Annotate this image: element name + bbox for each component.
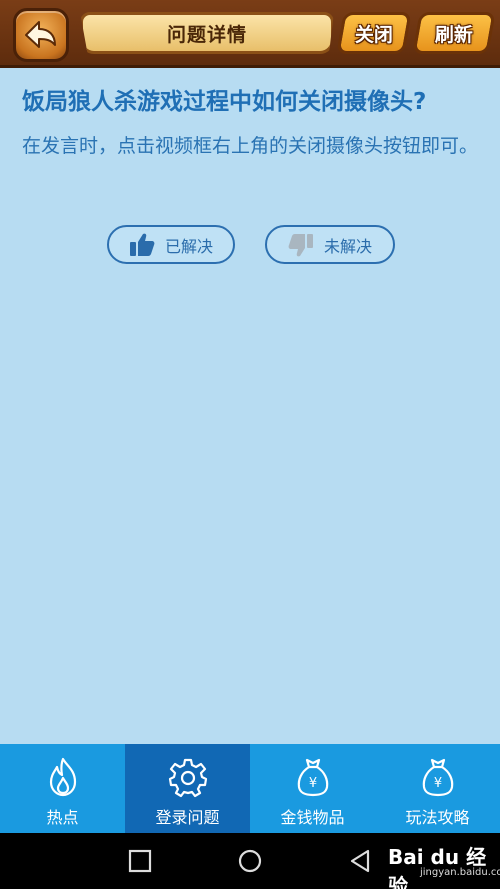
thumbs-down-icon	[288, 233, 313, 256]
nav-item-gameplay-guide[interactable]: ¥ 玩法攻略	[375, 744, 500, 833]
unsolved-label: 未解决	[323, 236, 372, 256]
money-bag-icon: ¥	[297, 758, 328, 797]
back-triangle-icon[interactable]	[346, 847, 374, 875]
nav-label-hot: 热点	[46, 808, 79, 827]
money-bag-icon: ¥	[422, 758, 453, 797]
question-title: 饭局狼人杀游戏过程中如何关闭摄像头?	[22, 89, 427, 115]
watermark-url: jingyan.baidu.com	[420, 867, 500, 878]
watermark-brand: Bai du 经验	[388, 845, 487, 889]
nav-item-hot[interactable]: 热点	[0, 744, 125, 833]
refresh-button-label: 刷新	[434, 23, 473, 46]
system-nav-bar: Bai du 经验 jingyan.baidu.com	[0, 833, 500, 889]
close-button-label: 关闭	[354, 23, 393, 46]
unsolved-button[interactable]: 未解决	[265, 225, 395, 264]
svg-text:¥: ¥	[433, 776, 441, 791]
home-icon[interactable]	[236, 847, 264, 875]
nav-label-gameplay-guide: 玩法攻略	[405, 808, 470, 827]
top-bar: 问题详情 关闭 刷新	[0, 0, 500, 68]
solved-button[interactable]: 已解决	[107, 225, 235, 264]
recent-apps-icon[interactable]	[126, 847, 154, 875]
solved-label: 已解决	[164, 236, 213, 256]
back-button[interactable]	[13, 8, 69, 62]
bottom-nav: 热点 登录问题 ¥ 金钱物品 ¥ 玩法攻略	[0, 744, 500, 833]
nav-item-money-items[interactable]: ¥ 金钱物品	[250, 744, 375, 833]
svg-text:¥: ¥	[308, 776, 316, 791]
gear-icon	[168, 758, 207, 798]
back-arrow-icon	[25, 21, 56, 48]
nav-label-money-items: 金钱物品	[280, 808, 345, 827]
answer-text: 在发言时，点击视频框右上角的关闭摄像头按钮即可。	[22, 135, 479, 157]
refresh-button[interactable]: 刷新	[412, 12, 496, 54]
page-title: 问题详情	[166, 23, 247, 46]
nav-label-login-issues: 登录问题	[155, 808, 220, 827]
thumbs-up-icon	[129, 233, 155, 256]
page-title-banner: 问题详情	[80, 12, 334, 54]
nav-item-login-issues[interactable]: 登录问题	[125, 744, 250, 833]
close-button[interactable]: 关闭	[336, 12, 412, 54]
flame-icon	[49, 757, 76, 797]
